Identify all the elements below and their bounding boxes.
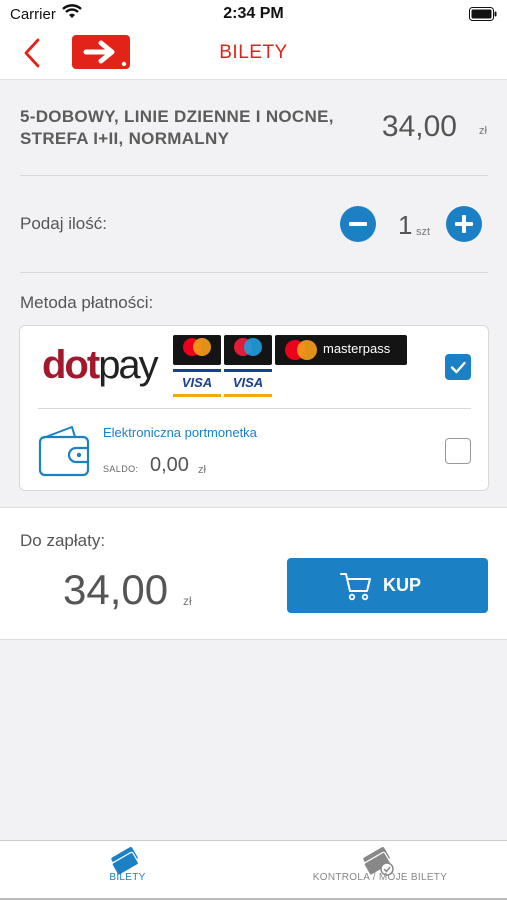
masterpass-icon: masterpass: [275, 335, 407, 365]
quantity-value: 1: [398, 210, 413, 240]
ticket-price: 34,00: [381, 110, 457, 143]
payment-summary: Do zapłaty: 34,00 zł KUP: [0, 507, 507, 640]
tab-bilety[interactable]: BILETY: [20, 841, 235, 899]
buy-button-label: KUP: [383, 575, 422, 595]
status-bar: Carrier 2:34 PM: [0, 0, 507, 28]
balance-value: 0,00: [150, 454, 189, 476]
ticket-summary: 5-DOBOWY, LINIE DZIENNE I NOCNE, STREFA …: [0, 80, 507, 175]
tab-my-tickets-label: KONTROLA / MOJE BILETY: [312, 872, 448, 883]
dotpay-logo-dot: dot: [42, 343, 100, 387]
divider: [38, 408, 471, 409]
dotpay-logo-pay: pay: [98, 343, 158, 387]
ticket-name: 5-DOBOWY, LINIE DZIENNE I NOCNE, STREFA …: [20, 107, 334, 148]
visa-electron-icon: VISA: [224, 369, 272, 397]
increase-quantity-button[interactable]: [446, 206, 482, 242]
total-amount: 34,00: [63, 566, 169, 613]
total-label: Do zapłaty:: [20, 531, 106, 550]
dotpay-logo: dotpay: [42, 343, 159, 388]
wallet-icon: [38, 424, 90, 483]
quantity-label: Podaj ilość:: [20, 214, 107, 233]
wallet-checkbox[interactable]: [445, 438, 471, 464]
decrease-quantity-button[interactable]: [340, 206, 376, 242]
payment-method-label: Metoda płatności:: [20, 293, 154, 312]
balance-label: SALDO:: [103, 464, 139, 474]
maestro-icon: [224, 335, 272, 365]
nav-bar: BILETY: [0, 28, 507, 80]
buy-button[interactable]: KUP: [287, 558, 488, 613]
page-title: BILETY: [219, 42, 288, 63]
visa-icon: VISA: [173, 369, 221, 397]
quantity-unit: szt: [416, 226, 431, 238]
tab-bar: BILETY KONTROLA / MOJE BILETY: [0, 840, 507, 900]
balance-currency: zł: [198, 464, 206, 476]
payment-methods-box: dotpay masterpass VISA VISA Elektroniczn…: [19, 325, 489, 491]
quantity-section: Podaj ilość: 1 szt: [0, 176, 507, 272]
checkmark-icon: [445, 361, 471, 384]
tab-bilety-label: BILETY: [109, 872, 146, 883]
cart-icon: [339, 570, 373, 607]
total-currency: zł: [183, 594, 192, 608]
mastercard-icon: [173, 335, 221, 365]
dotpay-checkbox[interactable]: [445, 354, 471, 380]
clock: 2:34 PM: [223, 5, 284, 22]
tab-my-tickets[interactable]: KONTROLA / MOJE BILETY: [270, 841, 490, 899]
ticket-currency: zł: [479, 125, 487, 137]
battery-icon: [469, 7, 497, 26]
wallet-name: Elektroniczna portmonetka: [103, 425, 257, 440]
divider: [20, 272, 488, 273]
masterpass-text: masterpass: [323, 341, 391, 356]
